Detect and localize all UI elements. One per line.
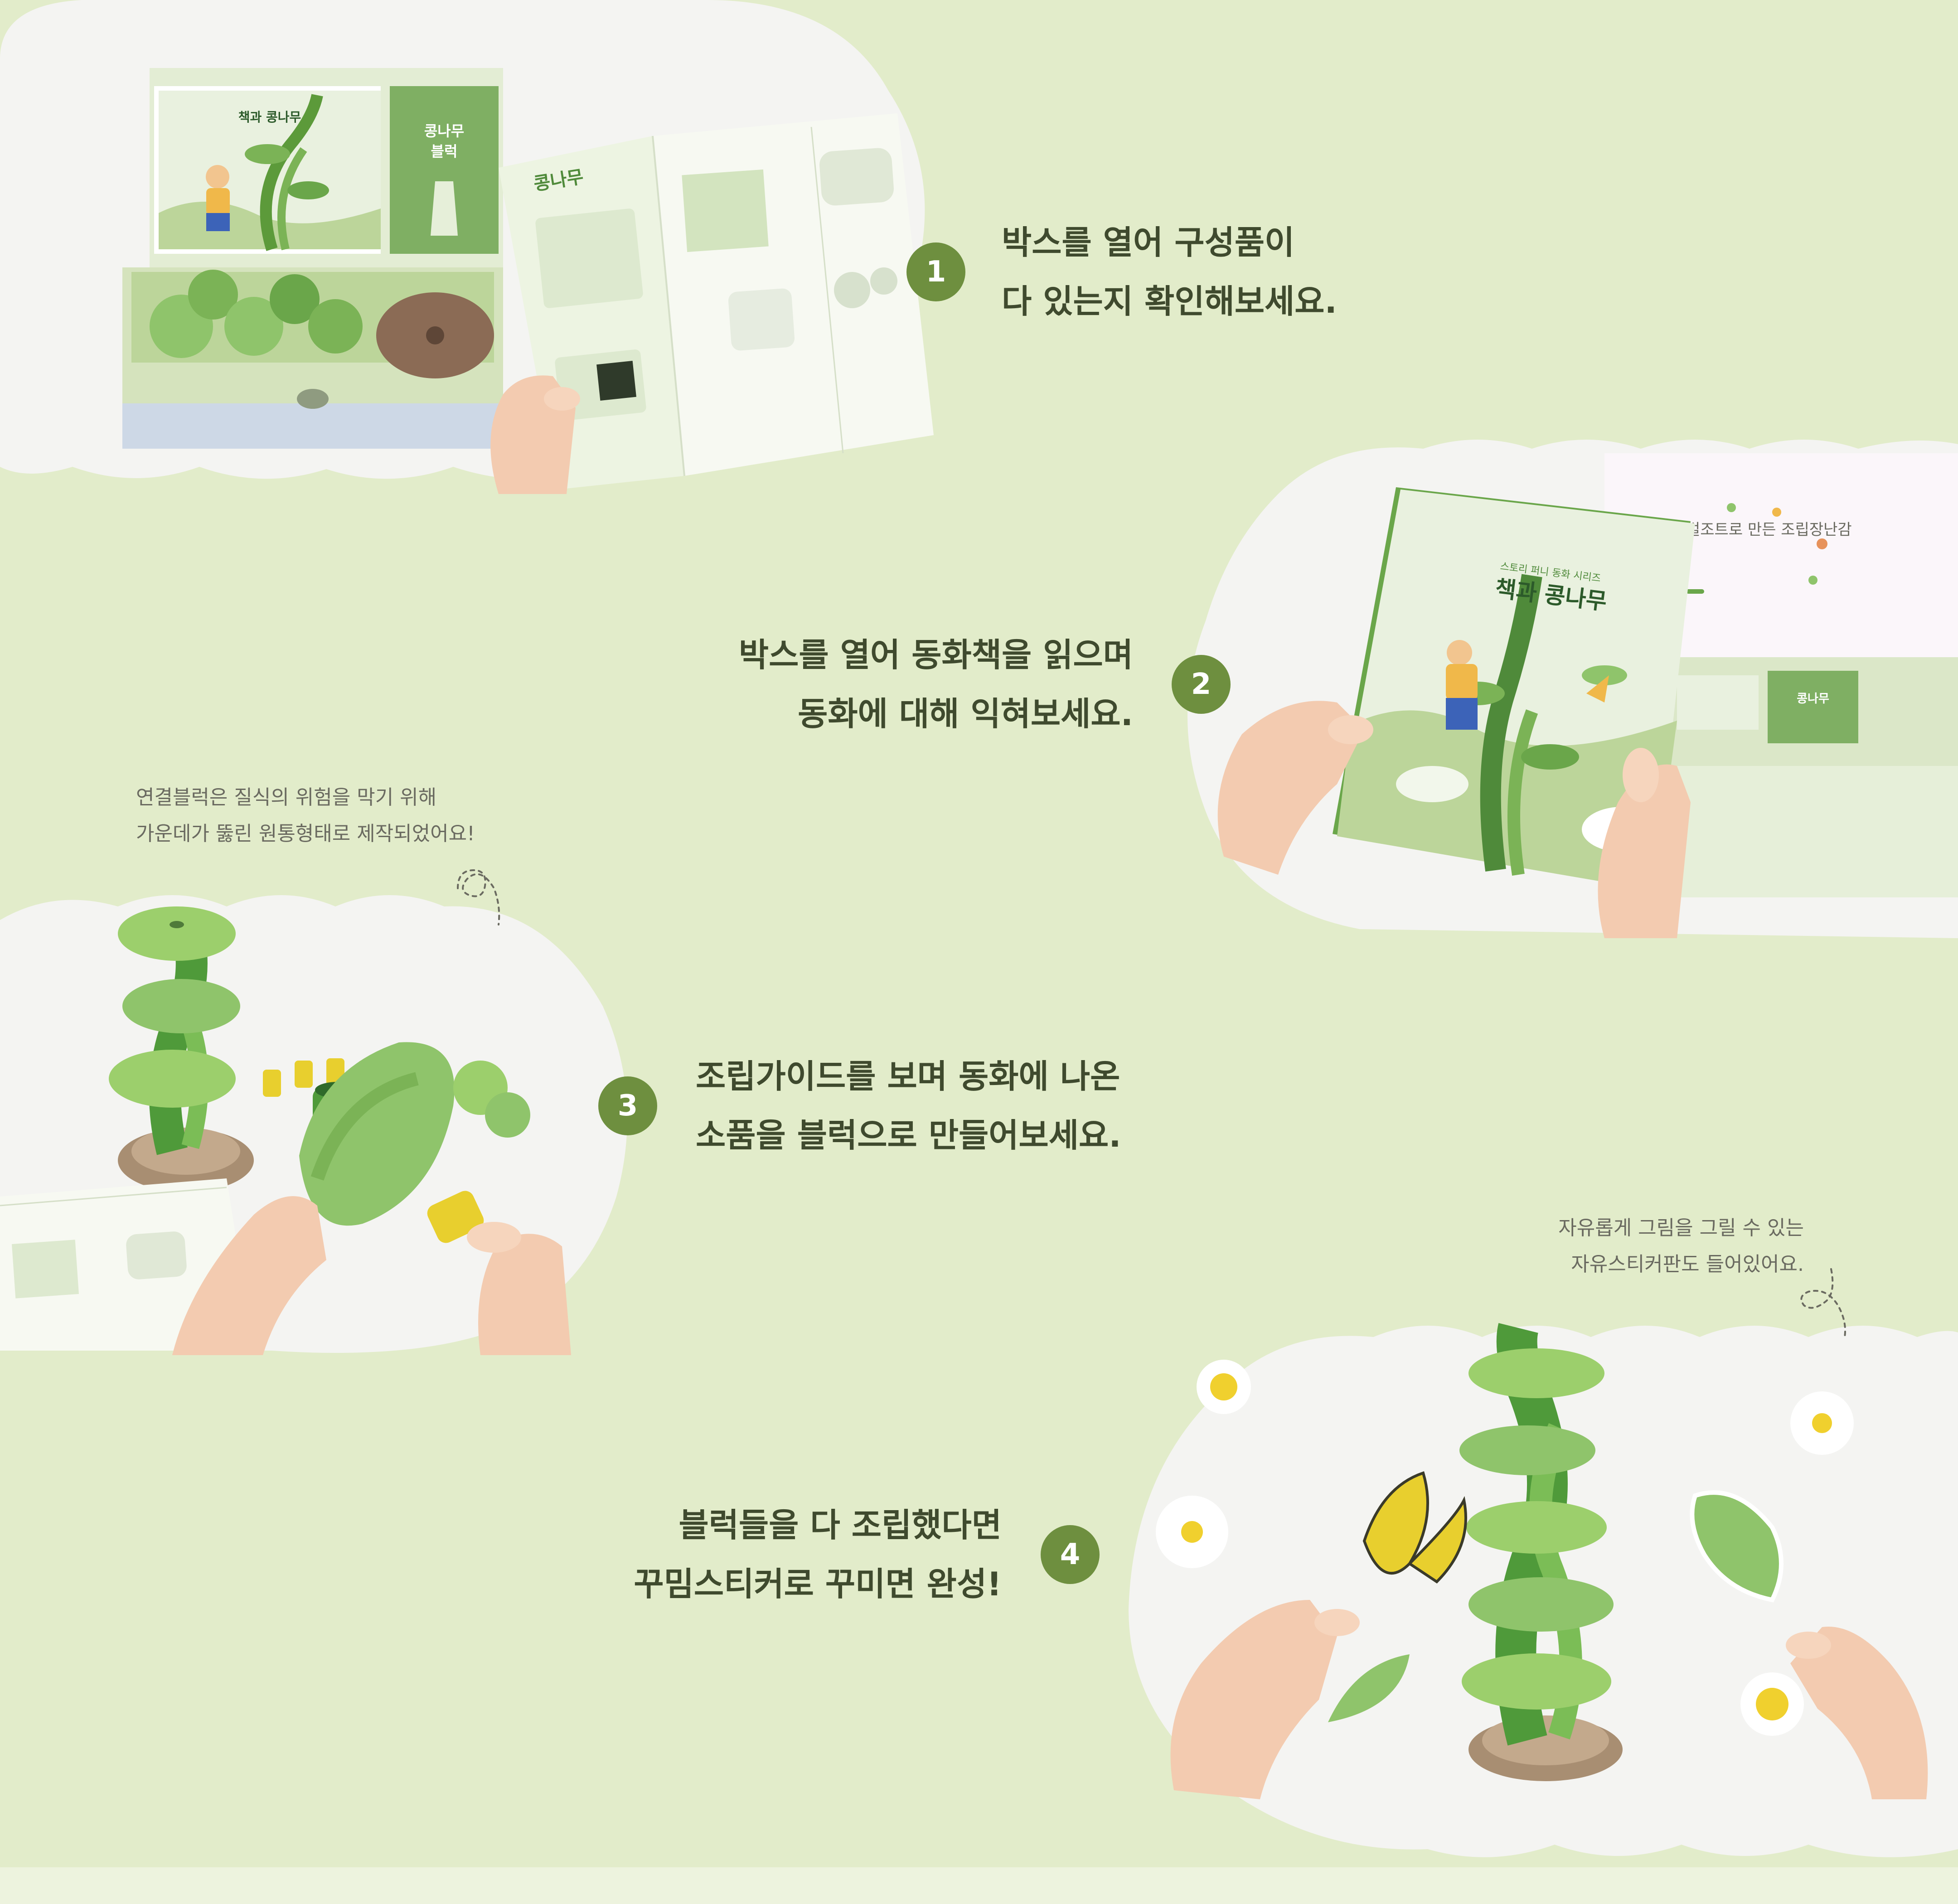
- step-2-line-2: 동화에 대해 익혀보세요.: [798, 695, 1133, 733]
- dotted-swirl-1: [457, 869, 500, 925]
- note-2-line-1: 자유롭게 그림을 그릴 수 있는: [1558, 1216, 1804, 1240]
- svg-text:콩나무: 콩나무: [424, 122, 464, 140]
- note-1-line-2: 가운데가 뚫린 원통형태로 제작되었어요!: [136, 822, 475, 845]
- step-1-line-2: 다 있는지 확인해보세요.: [1002, 282, 1337, 320]
- svg-text:벌조트로 만든 조립장난감: 벌조트로 만든 조립장난감: [1686, 521, 1852, 539]
- step-3-line-1: 조립가이드를 보며 동화에 나온: [696, 1057, 1120, 1095]
- page: 책과 콩나무 콩나무 블럭 콩나무 벌조트로 만든 조립장난감 콩나무 책과 콩…: [0, 0, 1958, 1904]
- note-connector-block: 연결블럭은 질식의 위험을 막기 위해 가운데가 뚫린 원통형태로 제작되었어요…: [136, 780, 475, 852]
- step-3-line-2: 소품을 블럭으로 만들어보세요.: [696, 1116, 1121, 1154]
- step-2-line-1: 박스를 열어 동화책을 읽으며: [738, 636, 1133, 674]
- note-2-line-2: 자유스티커판도 들어있어요.: [1571, 1253, 1804, 1276]
- scene-4-photo: [1129, 1323, 1958, 1857]
- step-3-text: 조립가이드를 보며 동화에 나온 소품을 블럭으로 만들어보세요.: [696, 1047, 1121, 1165]
- svg-text:책과 콩나무: 책과 콩나무: [238, 110, 301, 125]
- scene-1-photo: 책과 콩나무 콩나무 블럭 콩나무: [0, 0, 934, 494]
- step-2-text: 박스를 열어 동화책을 읽으며 동화에 대해 익혀보세요.: [739, 625, 1133, 743]
- step-1-badge: 1: [906, 242, 965, 301]
- step-3-badge: 3: [598, 1076, 657, 1135]
- bottom-band: [0, 1867, 1958, 1904]
- svg-text:콩나무: 콩나무: [1797, 692, 1829, 706]
- scene-2-photo: 벌조트로 만든 조립장난감 콩나무 책과 콩나무 스토리 퍼니 동화 시리즈: [1187, 440, 1958, 938]
- note-sticker-board: 자유롭게 그림을 그릴 수 있는 자유스티커판도 들어있어요.: [1558, 1210, 1804, 1283]
- step-4-text: 블럭들을 다 조립했다면 꾸밈스티커로 꾸미면 완성!: [634, 1496, 1002, 1613]
- step-4-badge: 4: [1041, 1525, 1100, 1584]
- step-4-line-2: 꾸밈스티커로 꾸미면 완성!: [634, 1565, 1002, 1603]
- step-1-text: 박스를 열어 구성품이 다 있는지 확인해보세요.: [1002, 213, 1337, 331]
- note-1-line-1: 연결블럭은 질식의 위험을 막기 위해: [136, 786, 437, 809]
- dotted-swirl-2: [1800, 1268, 1846, 1338]
- step-4-line-1: 블럭들을 다 조립했다면: [679, 1506, 1002, 1544]
- scene-3-photo: [0, 895, 627, 1355]
- svg-text:블럭: 블럭: [431, 143, 458, 160]
- step-1-line-1: 박스를 열어 구성품이: [1002, 223, 1295, 262]
- step-2-badge: 2: [1172, 655, 1231, 714]
